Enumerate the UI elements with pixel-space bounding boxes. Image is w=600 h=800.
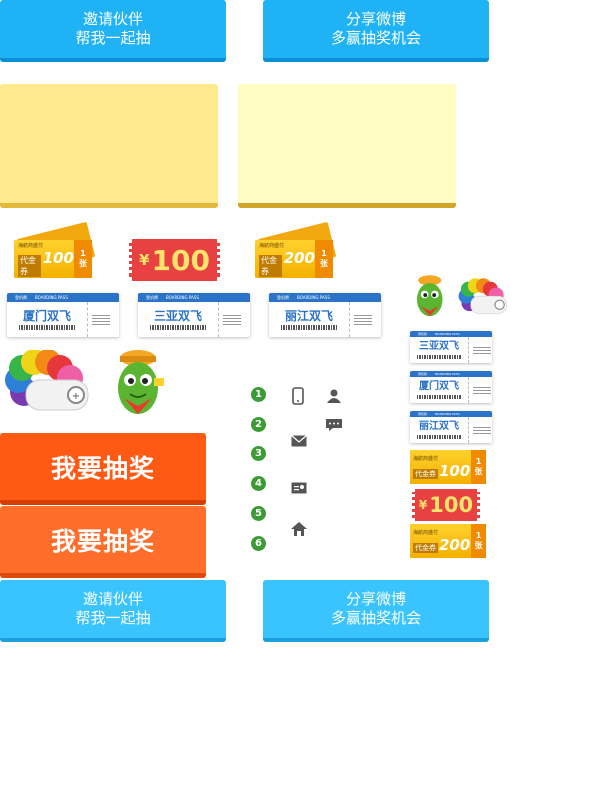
boarding-pass-lijiang: 登机牌 BOARDING PASS 丽江双飞: [269, 293, 381, 337]
pass-route: 厦门双飞: [419, 381, 459, 392]
coupon-count: 1: [321, 249, 327, 258]
coupon-100: 海航商盛付 代金券 100 1 张: [14, 221, 96, 278]
green-mascot-small: [416, 275, 443, 317]
usb-fan-small: [458, 278, 507, 314]
boarding-pass-xiamen: 登机牌 BOARDING PASS 厦门双飞: [7, 293, 119, 337]
pass-header-mid: BOARDING PASS: [435, 332, 460, 336]
pass-header-left: 登机牌: [418, 332, 428, 336]
pass-route: 三亚双飞: [153, 309, 202, 323]
coupon-unit: 张: [474, 467, 483, 476]
svg-text:+: +: [72, 391, 80, 402]
red-ticket-small: ¥ 100: [412, 489, 480, 521]
pass-header-mid: BOARDING PASS: [297, 295, 330, 300]
coupon-small-text: 海航商盛付: [18, 242, 44, 249]
coupon-amount: 200: [283, 248, 315, 267]
share-weibo-button-alt[interactable]: 分享微博 多赢抽奖机会: [263, 580, 489, 642]
pass-header-mid: BOARDING PASS: [166, 295, 199, 300]
coupon-unit: 张: [79, 259, 87, 268]
step-4-badge: 4: [251, 476, 266, 491]
pass-header-left: 登机牌: [418, 372, 428, 376]
step-5-badge: 5: [251, 506, 266, 521]
coupon-small-text: 海航商盛付: [413, 529, 439, 536]
coupon-label: 代金券: [18, 254, 41, 277]
step-1-badge: 1: [251, 387, 266, 402]
yellow-panel-1: [0, 84, 218, 208]
invite-line2: 帮我一起抽: [75, 609, 151, 627]
pass-header-mid: BOARDING PASS: [435, 412, 460, 416]
green-mascot-illustration: [118, 350, 164, 414]
pass-header-left: 登机牌: [146, 294, 158, 300]
invite-line2: 帮我一起抽: [75, 29, 151, 47]
coupon-count: 1: [475, 457, 482, 466]
pass-route: 厦门双飞: [22, 309, 71, 323]
usb-fan-illustration: +: [5, 350, 89, 411]
pass-header-left: 登机牌: [418, 412, 428, 416]
share-line2: 多赢抽奖机会: [330, 29, 421, 47]
draw-lottery-button-hover[interactable]: 我要抽奖: [0, 506, 206, 578]
small-pass-sanya: 登机牌 BOARDING PASS 三亚双飞: [410, 331, 492, 363]
coupon-200: 海航商盛付 代金券 200 1 张: [255, 221, 337, 278]
small-pass-xiamen: 登机牌 BOARDING PASS 厦门双飞: [410, 371, 492, 403]
coupon-label: 代金券: [259, 254, 282, 277]
coupon-amount: 100: [439, 461, 471, 480]
flat-coupon-100: 海航商盛付 代金券 100 1 张: [410, 450, 486, 484]
id-card-icon: [291, 482, 307, 494]
coupon-amount: 200: [439, 535, 471, 554]
share-line1: 分享微博: [345, 590, 406, 608]
draw-lottery-button[interactable]: 我要抽奖: [0, 433, 206, 505]
draw-label: 我要抽奖: [50, 526, 155, 556]
pass-route: 三亚双飞: [419, 341, 459, 352]
coupon-label: 代金券: [413, 542, 438, 553]
coupon-unit: 张: [474, 541, 483, 550]
red-ticket-amount: 100: [151, 243, 210, 277]
pass-header-mid: BOARDING PASS: [435, 372, 460, 376]
draw-label: 我要抽奖: [50, 453, 155, 483]
phone-icon: [292, 387, 304, 405]
coupon-count: 1: [80, 249, 86, 258]
coupon-small-text: 海航商盛付: [413, 455, 439, 462]
share-line2: 多赢抽奖机会: [330, 609, 421, 627]
invite-line1: 邀请伙伴: [82, 590, 143, 608]
mail-icon: [291, 435, 307, 447]
share-weibo-button[interactable]: 分享微博 多赢抽奖机会: [263, 0, 489, 62]
pass-header-left: 登机牌: [277, 294, 289, 300]
chat-icon: [326, 419, 342, 431]
coupon-amount: 100: [42, 248, 74, 267]
coupon-label: 代金券: [413, 468, 438, 479]
coupon-small-text: 海航商盛付: [259, 242, 285, 249]
red-ticket-currency: ¥: [139, 251, 150, 269]
invite-partner-button[interactable]: 邀请伙伴 帮我一起抽: [0, 0, 226, 62]
red-ticket-100: ¥ 100: [129, 239, 220, 281]
coupon-count: 1: [475, 531, 482, 540]
pass-header-mid: BOARDING PASS: [35, 295, 68, 300]
share-line1: 分享微博: [345, 10, 406, 28]
red-ticket-currency: ¥: [418, 498, 428, 512]
step-6-badge: 6: [251, 536, 266, 551]
pass-route: 丽江双飞: [284, 309, 333, 323]
small-pass-lijiang: 登机牌 BOARDING PASS 丽江双飞: [410, 411, 492, 443]
coupon-unit: 张: [320, 259, 328, 268]
invite-line1: 邀请伙伴: [82, 10, 143, 28]
pass-header-left: 登机牌: [15, 294, 27, 300]
user-icon: [327, 389, 341, 403]
step-2-badge: 2: [251, 417, 266, 432]
red-ticket-amount: 100: [429, 493, 474, 517]
home-icon: [291, 522, 307, 536]
pass-route: 丽江双飞: [419, 421, 459, 432]
step-3-badge: 3: [251, 446, 266, 461]
boarding-pass-sanya: 登机牌 BOARDING PASS 三亚双飞: [138, 293, 250, 337]
flat-coupon-200: 海航商盛付 代金券 200 1 张: [410, 524, 486, 558]
invite-partner-button-alt[interactable]: 邀请伙伴 帮我一起抽: [0, 580, 226, 642]
yellow-panel-2: [238, 84, 456, 208]
